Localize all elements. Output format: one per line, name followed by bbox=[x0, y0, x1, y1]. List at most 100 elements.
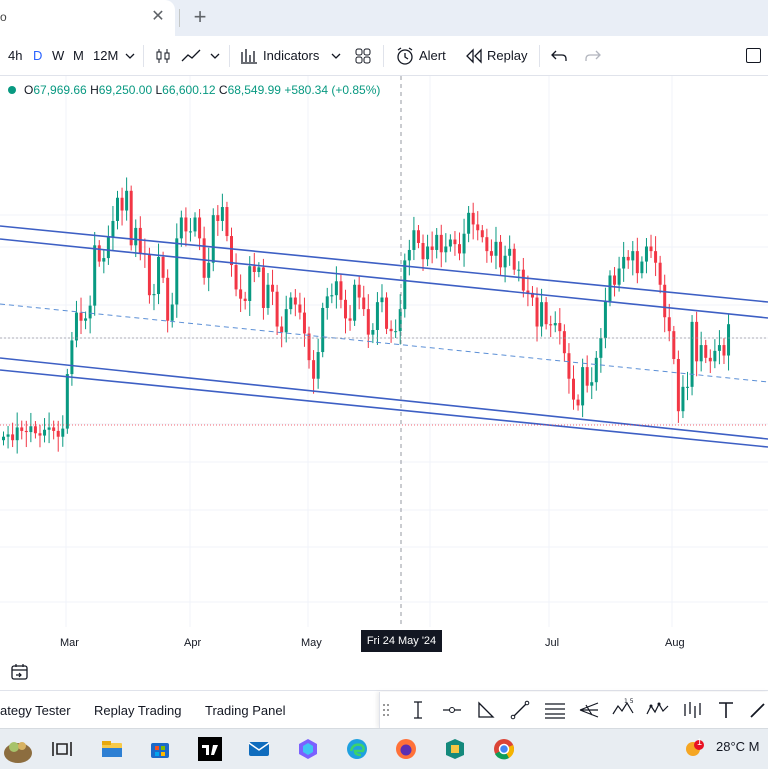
text-tool-icon[interactable] bbox=[717, 700, 735, 720]
candle bbox=[152, 294, 156, 296]
candle bbox=[33, 426, 37, 434]
toolbar-divider bbox=[539, 45, 540, 67]
interval-chevron-down-icon[interactable] bbox=[125, 51, 135, 61]
alert-button[interactable]: Alert bbox=[419, 49, 446, 63]
weather-temperature[interactable]: 28°C M bbox=[716, 739, 760, 754]
candle bbox=[644, 246, 648, 262]
candle bbox=[544, 302, 548, 325]
replay-rewind-icon[interactable] bbox=[465, 48, 483, 64]
interval-4h[interactable]: 4h bbox=[8, 49, 22, 63]
candle bbox=[321, 307, 325, 353]
triangle-tool-icon[interactable] bbox=[476, 700, 496, 720]
candle bbox=[599, 338, 603, 358]
candle bbox=[275, 291, 279, 327]
candle bbox=[184, 217, 188, 232]
pattern-tool-icon[interactable] bbox=[646, 698, 670, 720]
candle bbox=[312, 360, 316, 379]
browser-tab-strip: o ✕ + bbox=[0, 0, 768, 36]
candle bbox=[572, 378, 575, 400]
weather-icon[interactable] bbox=[683, 737, 707, 761]
candle bbox=[603, 301, 607, 339]
indicators-icon[interactable] bbox=[240, 46, 259, 65]
copilot-icon[interactable] bbox=[296, 737, 320, 761]
microsoft-store-icon[interactable] bbox=[148, 737, 172, 761]
widgets-icon[interactable] bbox=[2, 733, 34, 765]
candle bbox=[654, 251, 658, 263]
security-app-icon[interactable] bbox=[443, 737, 467, 761]
interval-w[interactable]: W bbox=[52, 49, 64, 63]
interval-12m[interactable]: 12M bbox=[93, 49, 118, 63]
candle bbox=[590, 382, 594, 386]
file-explorer-icon[interactable] bbox=[100, 737, 124, 761]
candle bbox=[211, 215, 215, 263]
candles-chart-type-icon[interactable] bbox=[154, 47, 172, 65]
candle bbox=[717, 345, 721, 351]
candle bbox=[708, 357, 712, 362]
indicators-button[interactable]: Indicators bbox=[263, 49, 319, 63]
candle bbox=[435, 234, 439, 250]
pitchfork-tool-icon[interactable] bbox=[578, 700, 600, 720]
drag-handle-icon[interactable] bbox=[382, 702, 390, 718]
candle bbox=[166, 277, 170, 321]
redo-icon[interactable] bbox=[584, 48, 602, 64]
edge-browser-icon[interactable] bbox=[345, 737, 369, 761]
os-taskbar: 1 bbox=[0, 728, 768, 769]
candle bbox=[125, 190, 129, 211]
candle bbox=[88, 305, 92, 319]
undo-icon[interactable] bbox=[550, 48, 568, 64]
tradingview-app-icon[interactable] bbox=[198, 737, 222, 761]
candle bbox=[617, 268, 621, 285]
interval-d[interactable]: D bbox=[33, 49, 42, 63]
tab-trading-panel[interactable]: Trading Panel bbox=[205, 703, 285, 718]
channel-upper-inner-line bbox=[0, 238, 768, 319]
candle bbox=[508, 248, 512, 256]
candle bbox=[704, 345, 708, 358]
go-to-date-icon[interactable] bbox=[10, 662, 30, 682]
task-view-icon[interactable] bbox=[50, 737, 74, 761]
line-chart-type-icon[interactable] bbox=[180, 47, 202, 65]
bar-pattern-tool-icon[interactable] bbox=[682, 700, 702, 720]
layout-grid-icon[interactable] bbox=[354, 47, 372, 65]
indicators-chevron-down-icon[interactable] bbox=[331, 51, 341, 61]
new-tab-button[interactable]: + bbox=[189, 5, 211, 29]
fib-retracement-tool-icon[interactable] bbox=[544, 700, 566, 720]
candle bbox=[385, 297, 389, 329]
price-chart[interactable] bbox=[0, 76, 768, 656]
interval-m[interactable]: M bbox=[73, 49, 84, 63]
svg-text:1 5: 1 5 bbox=[624, 698, 634, 705]
trend-line-tool-icon[interactable] bbox=[510, 700, 530, 720]
close-value: 68,549.99 bbox=[227, 83, 281, 97]
browser-tab[interactable] bbox=[0, 0, 175, 36]
candle bbox=[24, 430, 28, 433]
candle bbox=[467, 212, 471, 234]
tab-strategy-tester[interactable]: ategy Tester bbox=[0, 703, 71, 718]
candle bbox=[157, 256, 161, 295]
candle bbox=[271, 284, 275, 292]
alarm-clock-icon[interactable] bbox=[395, 46, 415, 66]
chart-type-chevron-down-icon[interactable] bbox=[210, 51, 220, 61]
candle bbox=[20, 427, 24, 431]
date-tick: Jul bbox=[545, 637, 560, 649]
candle bbox=[284, 309, 288, 333]
candle bbox=[512, 248, 516, 270]
candle bbox=[357, 284, 361, 298]
chrome-icon[interactable] bbox=[492, 737, 516, 761]
horizontal-ray-tool-icon[interactable] bbox=[442, 700, 462, 720]
candle bbox=[216, 215, 220, 221]
vertical-line-tool-icon[interactable] bbox=[408, 700, 428, 720]
candle bbox=[106, 237, 110, 259]
fullscreen-icon[interactable] bbox=[746, 48, 761, 63]
tab-close-icon[interactable]: ✕ bbox=[150, 7, 166, 27]
candle bbox=[663, 284, 667, 318]
candle bbox=[116, 197, 119, 221]
candle bbox=[147, 254, 151, 296]
replay-button[interactable]: Replay bbox=[487, 49, 527, 63]
ohlc-legend: O67,969.66 H69,250.00 L66,600.12 C68,549… bbox=[8, 83, 380, 99]
brush-tool-icon[interactable] bbox=[748, 700, 768, 720]
mail-icon[interactable] bbox=[247, 737, 271, 761]
candle bbox=[161, 256, 165, 278]
tab-replay-trading[interactable]: Replay Trading bbox=[94, 703, 181, 718]
elliott-wave-tool-icon[interactable]: 1 5 bbox=[612, 698, 634, 720]
firefox-icon[interactable] bbox=[394, 737, 418, 761]
candle bbox=[416, 230, 420, 243]
